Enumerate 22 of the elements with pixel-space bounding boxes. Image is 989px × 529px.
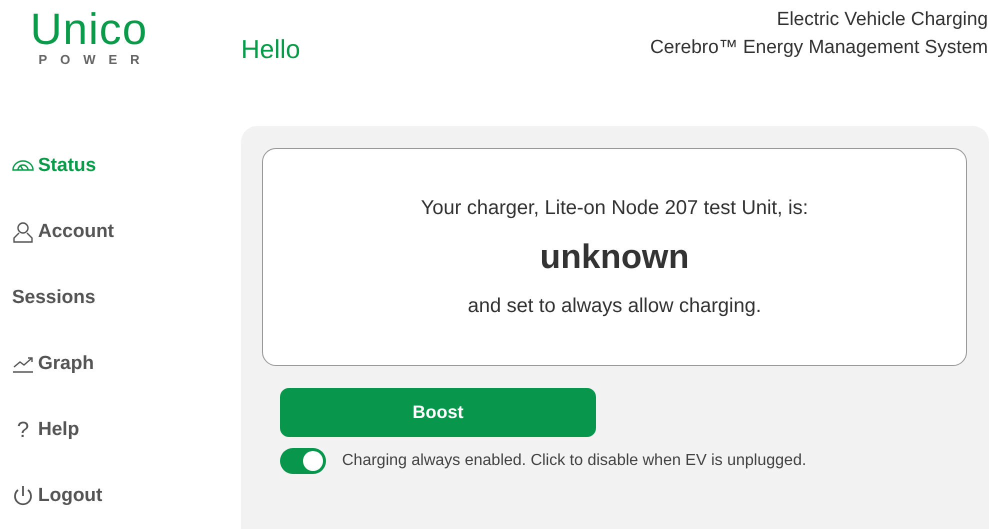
sidebar-item[interactable]: Account [12, 219, 241, 245]
logo-tagline: POWER [38, 52, 153, 67]
power-icon [12, 485, 34, 507]
boost-button[interactable]: Boost [280, 388, 596, 437]
status-intro: Your charger, Lite-on Node 207 test Unit, is: [420, 196, 808, 220]
sidebar-item[interactable]: Logout [12, 483, 241, 509]
charger-state: unknown [540, 238, 690, 276]
sidebar-item[interactable]: Graph [12, 351, 241, 377]
greeting: Hello [241, 34, 300, 65]
header-title: Electric Vehicle Charging [776, 9, 988, 31]
question-icon: ? [12, 417, 34, 443]
toggle-switch[interactable] [280, 448, 326, 474]
gauge-icon [12, 159, 34, 173]
logo-wordmark: Unico [30, 8, 148, 52]
chart-icon [12, 355, 34, 373]
sidebar-item[interactable]: Status [12, 153, 241, 179]
status-detail: and set to always allow charging. [468, 294, 762, 318]
toggle-label: Charging always enabled. Click to disable when EV is unplugged. [342, 452, 806, 470]
header-title: Cerebro™ Energy Management System [650, 37, 988, 59]
person-icon [12, 221, 34, 243]
sidebar-item[interactable]: Sessions [12, 285, 241, 311]
sidebar-item[interactable]: ? Help [12, 417, 241, 443]
